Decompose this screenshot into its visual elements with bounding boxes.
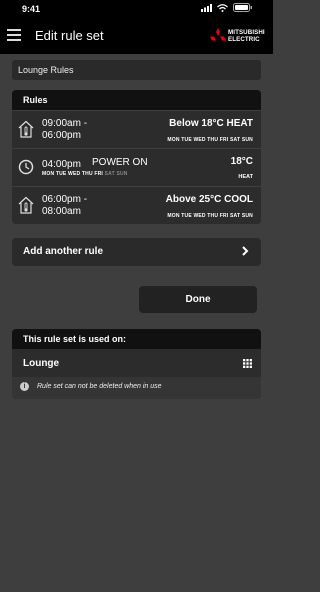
info-message: Rule set can not be deleted when in use — [37, 383, 162, 390]
rule-mode: Above 25°C COOL — [165, 194, 253, 205]
house-thermometer-icon — [18, 120, 34, 138]
rule-action: POWER ON — [92, 157, 148, 168]
status-bar: 9:41 — [0, 0, 273, 18]
rule-days: MON TUE WED THU FRI SAT SUN — [167, 213, 253, 219]
rule-mode: Below 18°C HEAT — [169, 118, 253, 129]
mitsubishi-diamonds-icon — [210, 28, 226, 41]
add-rule-button[interactable]: Add another rule — [12, 238, 261, 266]
info-icon: i — [20, 382, 29, 391]
chevron-right-icon — [242, 246, 249, 256]
grid-icon — [243, 359, 252, 368]
rules-heading-bar: Rules — [12, 90, 261, 110]
rule-row[interactable]: 09:00am - 06:00pm Below 18°C HEAT MON TU… — [12, 110, 261, 148]
battery-icon — [233, 3, 252, 12]
rule-set-name-value: Lounge Rules — [18, 65, 74, 75]
page-title: Edit rule set — [35, 28, 104, 43]
status-icons — [201, 3, 253, 12]
rule-temperature: 18°C — [230, 156, 253, 167]
brand-logo: MITSUBISHI ELECTRIC — [208, 26, 268, 48]
rules-card: Rules 09:00am - 06:00pm Below 18°C HEAT … — [12, 90, 261, 224]
rule-start: 06:00pm - — [42, 194, 88, 205]
rule-start: 09:00am - — [42, 118, 88, 129]
rule-start: 04:00pm — [42, 159, 81, 170]
location-item[interactable]: Lounge — [12, 349, 261, 377]
used-on-card: This rule set is used on: Lounge i Rule … — [12, 329, 261, 399]
rule-row[interactable]: 06:00pm - 08:00am Above 25°C COOL MON TU… — [12, 186, 261, 224]
rule-set-name-field[interactable]: Lounge Rules — [12, 60, 261, 80]
rule-end: 08:00am — [42, 206, 81, 217]
add-rule-label: Add another rule — [23, 246, 104, 257]
title-bar: Edit rule set MITSUBISHI ELECTRIC — [0, 18, 273, 54]
done-button[interactable]: Done — [139, 286, 257, 313]
rule-days: MON TUE WED THU FRI SAT SUN — [42, 171, 128, 177]
rule-row[interactable]: 04:00pm POWER ON MON TUE WED THU FRI SAT… — [12, 148, 261, 186]
location-name: Lounge — [23, 358, 60, 369]
wifi-icon — [217, 3, 228, 12]
brand-line1: MITSUBISHI — [228, 29, 265, 36]
status-time: 9:41 — [22, 4, 41, 14]
signal-icon — [201, 3, 212, 12]
used-on-heading-bar: This rule set is used on: — [12, 329, 261, 349]
hamburger-menu-icon[interactable] — [7, 29, 21, 44]
rules-heading: Rules — [23, 95, 48, 105]
house-thermometer-icon — [18, 196, 34, 214]
rule-days: MON TUE WED THU FRI SAT SUN — [167, 137, 253, 143]
used-on-heading: This rule set is used on: — [23, 334, 127, 344]
brand-line2: ELECTRIC — [228, 36, 260, 43]
rule-end: 06:00pm — [42, 130, 81, 141]
done-label: Done — [185, 294, 211, 305]
clock-icon — [18, 159, 34, 175]
rule-mode: HEAT — [238, 174, 253, 180]
info-note: i Rule set can not be deleted when in us… — [12, 377, 261, 399]
